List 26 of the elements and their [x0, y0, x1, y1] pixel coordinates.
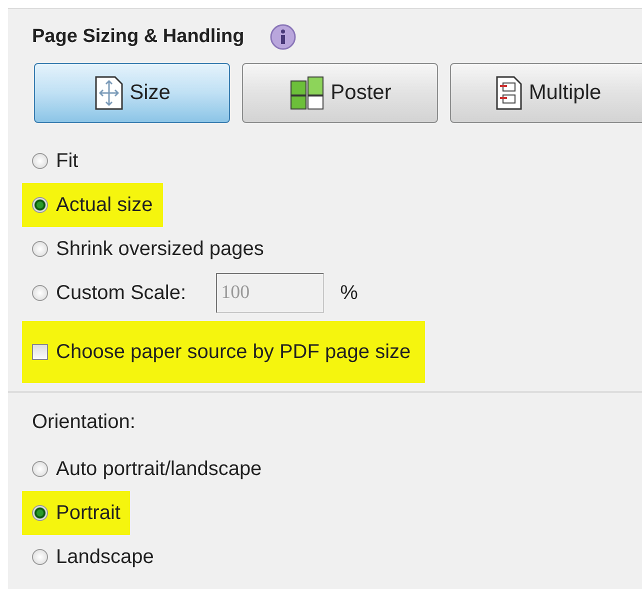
radio-button[interactable]: [32, 549, 48, 565]
mode-button[interactable]: Size: [34, 63, 230, 123]
checkbox[interactable]: [32, 344, 48, 360]
option-label[interactable]: Shrink oversized pages: [56, 238, 264, 260]
radio-button[interactable]: [32, 197, 48, 213]
radio-button[interactable]: [32, 285, 48, 301]
pages-icon: [494, 75, 523, 111]
option-label[interactable]: Landscape: [56, 546, 154, 568]
radio-button[interactable]: [32, 505, 48, 521]
option-label[interactable]: Fit: [56, 150, 78, 172]
option-label[interactable]: Actual size: [56, 194, 153, 216]
radio-button[interactable]: [32, 241, 48, 257]
tiles-icon: [288, 75, 325, 111]
option-label[interactable]: Custom Scale:: [56, 282, 186, 304]
option-label[interactable]: Portrait: [56, 502, 120, 524]
section-label: Orientation:: [31, 411, 136, 435]
radio-button[interactable]: [32, 153, 48, 169]
mode-button[interactable]: Poster: [242, 63, 438, 123]
mode-button[interactable]: Multiple: [450, 63, 642, 123]
page-resize-icon: [94, 75, 124, 111]
unit-label: %: [340, 282, 358, 304]
section-title: Page Sizing & Handling: [32, 26, 244, 48]
option-label[interactable]: Choose paper source by PDF page size: [56, 340, 411, 364]
option-label[interactable]: Auto portrait/landscape: [56, 458, 262, 480]
radio-button[interactable]: [32, 461, 48, 477]
info-icon[interactable]: [270, 24, 296, 50]
